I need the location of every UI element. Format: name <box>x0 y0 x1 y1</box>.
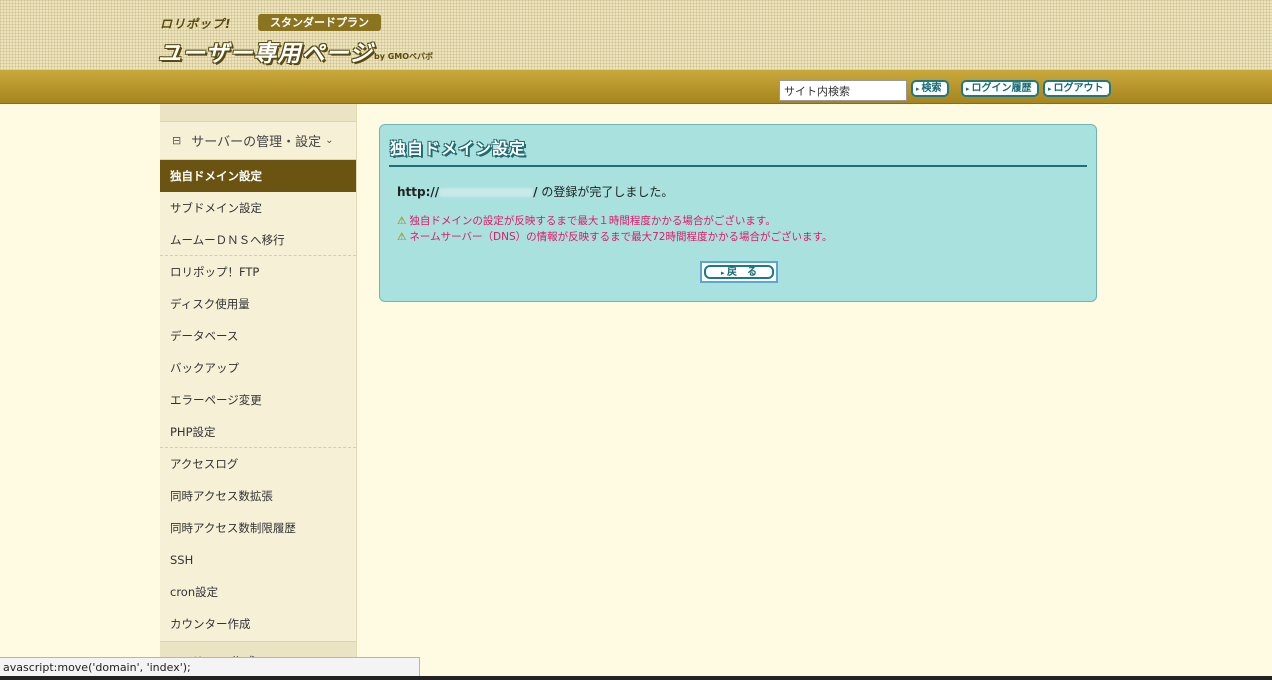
sidebar-top-strip <box>160 104 356 122</box>
arrow-right-icon: ▸ <box>966 85 970 93</box>
panel-divider <box>389 165 1087 167</box>
sidebar-item-cron[interactable]: cron設定 <box>160 576 356 608</box>
login-history-button[interactable]: ▸ ログイン履歴 <box>961 80 1039 97</box>
arrow-right-icon: ▸ <box>1048 85 1052 93</box>
sidebar-item-database[interactable]: データベース <box>160 320 356 352</box>
back-button-face: ▸ 戻 る <box>704 265 774 279</box>
chevron-down-icon: ⌄ <box>325 135 334 146</box>
warning-icon: ⚠ <box>397 231 407 243</box>
redacted-domain <box>439 188 534 197</box>
sidebar-item-concurrent-access-history[interactable]: 同時アクセス数制限履歴 <box>160 512 356 544</box>
browser-status-bar: avascript:move('domain', 'index'); <box>0 657 420 677</box>
sidebar-item-error-page[interactable]: エラーページ変更 <box>160 384 356 416</box>
brand-by-label: by GMOペパボ <box>374 52 434 61</box>
brand-logo-small: ロリポップ! <box>160 17 232 31</box>
sidebar-item-access-log[interactable]: アクセスログ <box>160 448 356 480</box>
sidebar-item-backup[interactable]: バックアップ <box>160 352 356 384</box>
window-bottom-edge <box>0 676 1272 680</box>
warning-line: ⚠ ネームサーバー（DNS）の情報が反映するまで最大72時間程度かかる場合がござい… <box>397 231 833 243</box>
sidebar-section-label: サーバーの管理・設定 <box>191 135 322 150</box>
sidebar-item-counter[interactable]: カウンター作成 <box>160 608 356 640</box>
arrow-right-icon: ▸ <box>916 85 920 93</box>
sidebar-item-disk-usage[interactable]: ディスク使用量 <box>160 288 356 320</box>
site-search-input[interactable] <box>779 80 907 101</box>
logout-button[interactable]: ▸ ログアウト <box>1043 80 1111 97</box>
sidebar: ⊟ サーバーの管理・設定 ⌄ 独自ドメイン設定 サブドメイン設定 ムームーＤＮＳ… <box>160 104 357 680</box>
sidebar-item-ssh[interactable]: SSH <box>160 544 356 576</box>
sidebar-item-php-settings[interactable]: PHP設定 <box>160 416 356 448</box>
domain-settings-panel: 独自ドメイン設定 http:/// の登録が完了しました。 ⚠ 独自ドメインの設定… <box>379 124 1097 302</box>
warning-icon: ⚠ <box>397 215 407 227</box>
message-text: の登録が完了しました。 <box>537 185 674 199</box>
warning-line: ⚠ 独自ドメインの設定が反映するまで最大１時間程度かかる場合がございます。 <box>397 215 776 227</box>
page-title-logo: ユーザー専用ページ <box>158 41 374 67</box>
panel-title: 独自ドメイン設定 <box>390 139 527 158</box>
plan-badge: スタンダードプラン <box>258 14 381 31</box>
search-button[interactable]: ▸ 検索 <box>911 80 949 97</box>
server-icon: ⊟ <box>172 134 182 147</box>
sidebar-item-concurrent-access-expand[interactable]: 同時アクセス数拡張 <box>160 480 356 512</box>
back-button[interactable]: ▸ 戻 る <box>700 261 778 283</box>
sidebar-section-server[interactable]: ⊟ サーバーの管理・設定 ⌄ <box>160 122 356 160</box>
domain-url-prefix: http:// <box>397 185 440 199</box>
completion-message: http:/// の登録が完了しました。 <box>397 183 673 200</box>
sidebar-item-subdomain[interactable]: サブドメイン設定 <box>160 192 356 224</box>
sidebar-item-muumuu-dns[interactable]: ムームーＤＮＳへ移行 <box>160 224 356 256</box>
sidebar-item-custom-domain[interactable]: 独自ドメイン設定 <box>160 160 356 192</box>
sidebar-item-ftp[interactable]: ロリポップ！FTP <box>160 256 356 288</box>
site-header: ロリポップ! スタンダードプラン ユーザー専用ページ by GMOペパボ <box>0 0 1272 70</box>
